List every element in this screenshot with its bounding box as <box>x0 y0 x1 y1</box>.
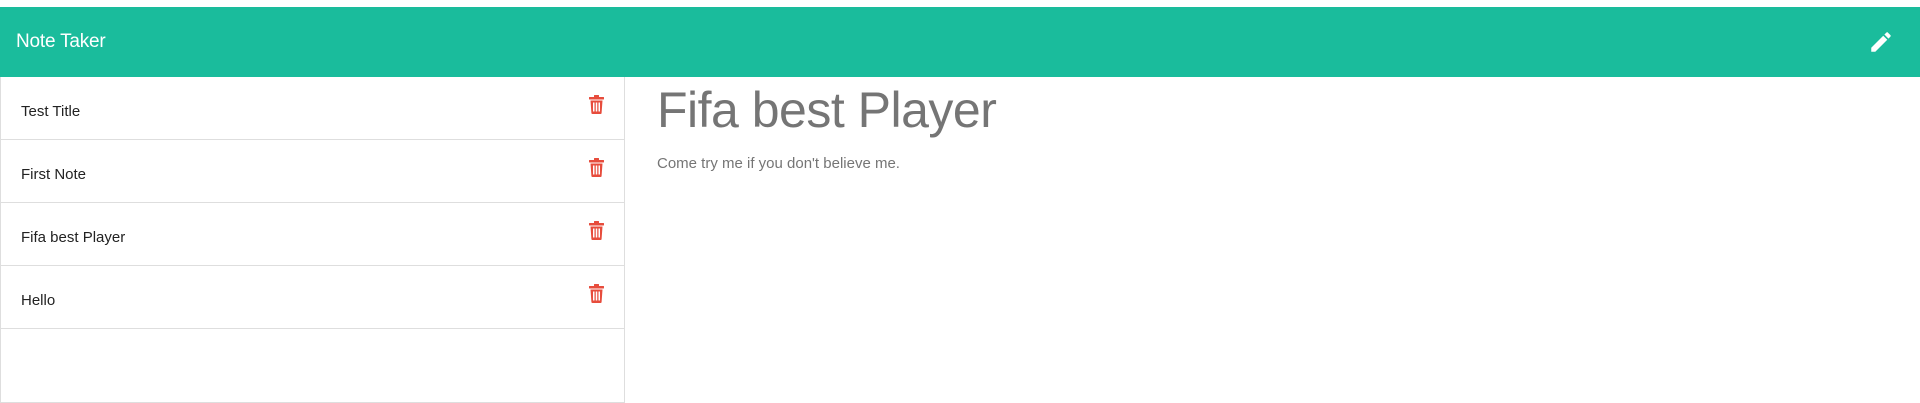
delete-note-button[interactable] <box>586 219 606 241</box>
navbar: Note Taker <box>0 7 1920 77</box>
note-editor: Fifa best Player Come try me if you don'… <box>625 77 1920 403</box>
main-content: Test Title First Note Fifa best Player H… <box>0 77 1920 403</box>
note-list-item-title: Hello <box>21 291 56 309</box>
note-title-field[interactable]: Fifa best Player <box>657 77 1920 135</box>
note-list-item[interactable]: Test Title <box>1 77 624 140</box>
note-list-item-title: First Note <box>21 165 87 183</box>
trash-icon <box>588 220 604 240</box>
note-list-item-title: Test Title <box>21 102 81 120</box>
delete-note-button[interactable] <box>586 156 606 178</box>
note-list-item[interactable]: Hello <box>1 266 624 329</box>
notes-sidebar: Test Title First Note Fifa best Player H… <box>0 77 625 403</box>
trash-icon <box>588 283 604 303</box>
delete-note-button[interactable] <box>586 282 606 304</box>
note-text-area[interactable]: Come try me if you don't believe me. <box>657 155 1920 172</box>
note-taker-app: Note Taker Test Title First Note Fifa be… <box>0 0 1920 403</box>
note-list-item[interactable]: Fifa best Player <box>1 203 624 266</box>
new-note-button[interactable] <box>1861 22 1901 62</box>
trash-icon <box>588 157 604 177</box>
pencil-icon <box>1871 32 1891 52</box>
delete-note-button[interactable] <box>586 93 606 115</box>
trash-icon <box>588 94 604 114</box>
note-list-item-title: Fifa best Player <box>21 228 126 246</box>
brand-title[interactable]: Note Taker <box>16 31 106 53</box>
note-list-item[interactable]: First Note <box>1 140 624 203</box>
